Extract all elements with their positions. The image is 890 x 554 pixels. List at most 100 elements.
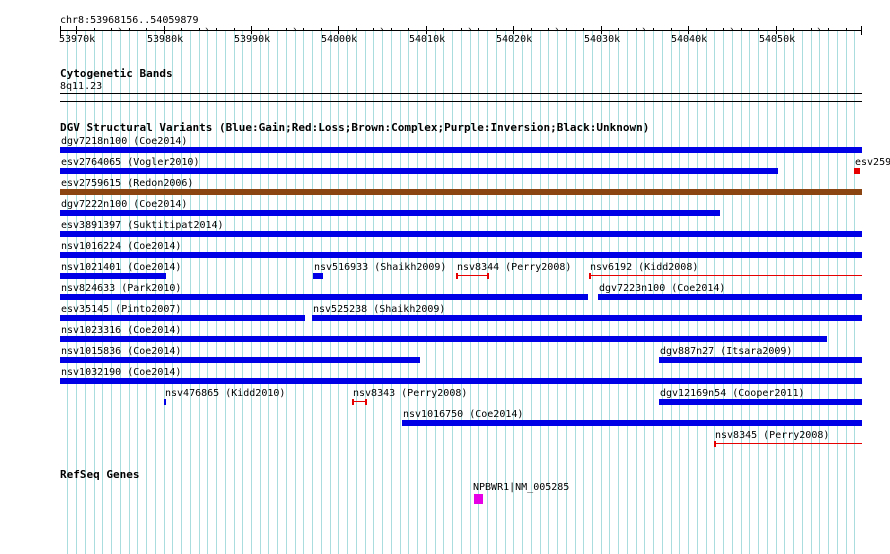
ruler-arrow: › bbox=[554, 25, 560, 35]
variant-bar[interactable] bbox=[598, 294, 862, 300]
variant-bar[interactable] bbox=[60, 357, 420, 363]
ruler-minor-tick bbox=[199, 28, 200, 31]
variant-bar[interactable] bbox=[60, 315, 305, 321]
ruler-tick-label: 53980k bbox=[147, 34, 184, 45]
gene-feature[interactable] bbox=[474, 494, 483, 504]
ruler-tick-label: 54030k bbox=[584, 34, 621, 45]
ruler-tick-label: 54000k bbox=[321, 34, 358, 45]
ruler-minor-tick bbox=[618, 28, 619, 31]
ruler-arrow: › bbox=[467, 25, 473, 35]
ruler-major-tick bbox=[601, 26, 602, 34]
variant-bar[interactable] bbox=[659, 357, 862, 363]
variant-bar[interactable] bbox=[313, 273, 323, 279]
variant-bar[interactable] bbox=[60, 273, 166, 279]
ruler-arrow: › bbox=[641, 25, 647, 35]
ruler-major-tick bbox=[688, 26, 689, 34]
ruler-minor-tick bbox=[373, 28, 374, 31]
variant-label: nsv516933 (Shaikh2009) bbox=[314, 262, 447, 273]
ruler-minor-tick bbox=[653, 28, 654, 31]
ruler-minor-tick bbox=[636, 28, 637, 31]
variant-bracket[interactable] bbox=[456, 273, 489, 279]
variant-line[interactable] bbox=[714, 443, 862, 444]
ruler-minor-tick bbox=[846, 28, 847, 31]
ruler-minor-tick bbox=[286, 28, 287, 31]
ruler-minor-tick bbox=[94, 28, 95, 31]
variant-bar[interactable] bbox=[60, 231, 862, 237]
ruler-minor-tick bbox=[321, 28, 322, 31]
dgv-track-title: DGV Structural Variants (Blue:Gain;Red:L… bbox=[60, 121, 650, 134]
ruler-major-tick bbox=[513, 26, 514, 34]
ruler-tick-label: 54020k bbox=[496, 34, 533, 45]
variant-label: nsv6192 (Kidd2008) bbox=[590, 262, 699, 273]
cytoband-chromosome-line[interactable] bbox=[60, 93, 862, 94]
ruler-tick-label: 53970k bbox=[59, 34, 96, 45]
ruler-major-tick bbox=[251, 26, 252, 34]
variant-bar[interactable] bbox=[164, 399, 166, 405]
ruler-major-tick bbox=[164, 26, 165, 34]
variant-label: esv259 bbox=[855, 157, 890, 168]
cytoband-chromosome-line[interactable] bbox=[60, 101, 862, 102]
ruler-minor-tick bbox=[391, 28, 392, 31]
variant-bracket-line bbox=[352, 401, 367, 402]
ruler-minor-tick bbox=[303, 28, 304, 31]
variant-bar[interactable] bbox=[60, 147, 862, 153]
ruler-minor-tick bbox=[531, 28, 532, 31]
variant-bar[interactable] bbox=[659, 399, 862, 405]
ruler-minor-tick bbox=[723, 28, 724, 31]
variant-bar[interactable] bbox=[854, 168, 860, 174]
ruler-minor-tick bbox=[216, 28, 217, 31]
variant-bar[interactable] bbox=[402, 420, 862, 426]
variant-line[interactable] bbox=[589, 275, 862, 276]
ruler-minor-tick bbox=[548, 28, 549, 31]
ruler-minor-tick bbox=[181, 28, 182, 31]
ruler-major-tick bbox=[426, 26, 427, 34]
variant-bracket[interactable] bbox=[352, 399, 367, 405]
gene-label: NPBWR1|NM_005285 bbox=[473, 482, 570, 493]
variant-bracket-line bbox=[456, 275, 489, 276]
variant-start-tick bbox=[714, 441, 716, 447]
ruler-minor-tick bbox=[793, 28, 794, 31]
ruler-minor-tick bbox=[356, 28, 357, 31]
variant-start-tick bbox=[589, 273, 591, 279]
variant-bar[interactable] bbox=[60, 336, 827, 342]
variant-bar[interactable] bbox=[60, 168, 778, 174]
ruler-tick-label: 54010k bbox=[409, 34, 446, 45]
ruler-major-tick bbox=[338, 26, 339, 34]
cytoband-track-title: Cytogenetic Bands bbox=[60, 67, 173, 80]
ruler-minor-tick bbox=[496, 28, 497, 31]
ruler-tick-label: 53990k bbox=[234, 34, 271, 45]
variant-label: nsv8343 (Perry2008) bbox=[353, 388, 468, 399]
variant-label: nsv8345 (Perry2008) bbox=[715, 430, 830, 441]
ruler-tick-label: 54040k bbox=[671, 34, 708, 45]
region-label: chr8:53968156..54059879 bbox=[60, 15, 199, 26]
ruler-minor-tick bbox=[268, 28, 269, 31]
genome-browser-view: chr8:53968156..54059879 53970k 53980k 5399… bbox=[0, 0, 890, 554]
ruler-minor-tick bbox=[583, 28, 584, 31]
variant-bar[interactable] bbox=[60, 189, 862, 195]
ruler-minor-tick bbox=[408, 28, 409, 31]
ruler-minor-tick bbox=[146, 28, 147, 31]
ruler-arrow: › bbox=[816, 25, 822, 35]
ruler-arrow: › bbox=[729, 25, 735, 35]
ruler-minor-tick bbox=[811, 28, 812, 31]
ruler-minor-tick bbox=[828, 28, 829, 31]
ruler-minor-tick bbox=[566, 28, 567, 31]
variant-bar[interactable] bbox=[60, 210, 720, 216]
ruler-minor-tick bbox=[758, 28, 759, 31]
ruler-major-tick bbox=[776, 26, 777, 34]
ruler-end-tick bbox=[861, 26, 862, 35]
ruler-minor-tick bbox=[706, 28, 707, 31]
refseq-track-title: RefSeq Genes bbox=[60, 468, 140, 481]
ruler-minor-tick bbox=[461, 28, 462, 31]
ruler-arrow: › bbox=[379, 25, 385, 35]
ruler-arrow: › bbox=[117, 25, 123, 35]
variant-bar[interactable] bbox=[312, 315, 862, 321]
variant-bar[interactable] bbox=[60, 252, 862, 258]
ruler-minor-tick bbox=[671, 28, 672, 31]
ruler-arrow: › bbox=[292, 25, 298, 35]
ruler-minor-tick bbox=[741, 28, 742, 31]
variant-bar[interactable] bbox=[60, 294, 588, 300]
ruler-tick-label: 54050k bbox=[759, 34, 796, 45]
variant-bar[interactable] bbox=[60, 378, 862, 384]
variant-label: nsv476865 (Kidd2010) bbox=[165, 388, 286, 399]
